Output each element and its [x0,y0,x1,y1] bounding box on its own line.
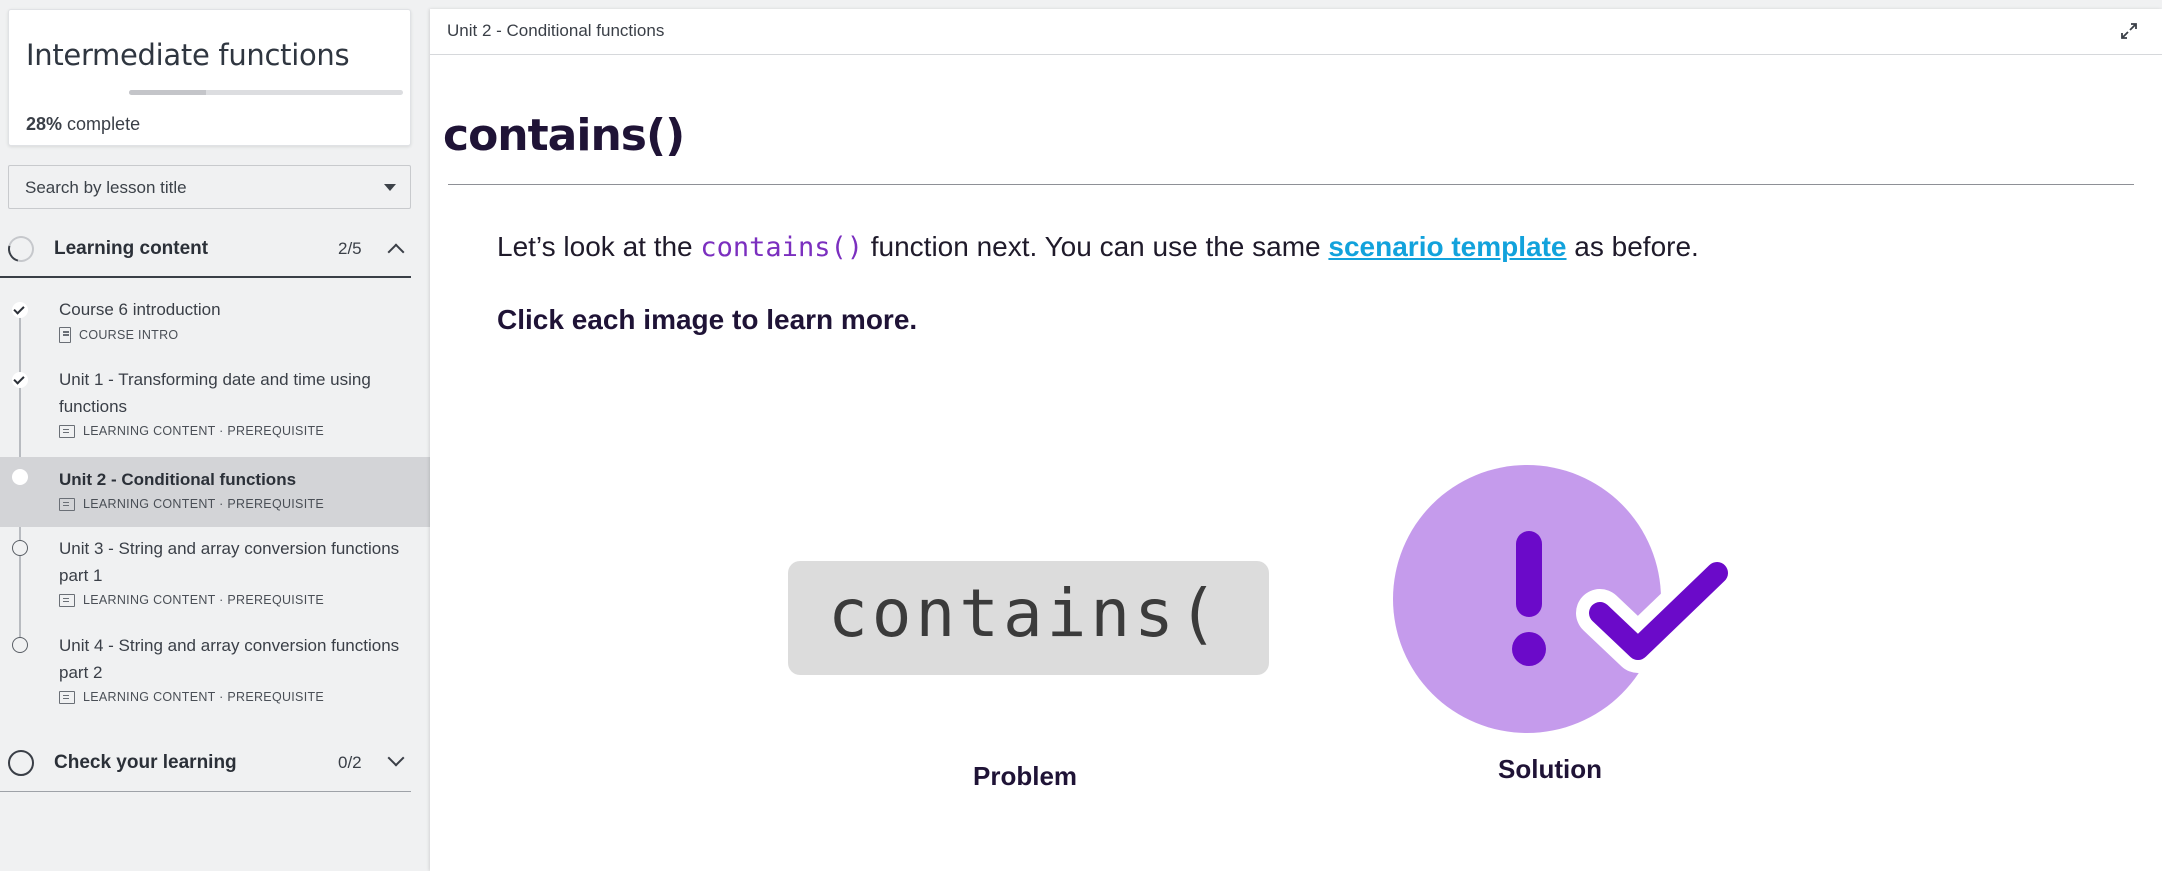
title-divider [448,184,2134,185]
section-count: 0/2 [338,753,362,772]
slides-icon [59,593,75,607]
incomplete-circle-icon [12,540,28,556]
section-progress-ring-icon [3,231,39,267]
lesson-meta-text: LEARNING CONTENT · PREREQUISITE [83,690,325,704]
section-learning-content[interactable]: Learning content 2/5 [0,218,411,278]
problem-image-text: contains( [828,575,1222,652]
progress-percent: 28% [26,114,63,134]
lesson-meta: COURSE INTRO [59,327,178,343]
lesson-title: Unit 2 - Conditional functions [59,470,297,489]
lesson-meta-text: LEARNING CONTENT · PREREQUISITE [83,424,325,438]
section-title: Learning content [54,238,209,259]
inline-code: contains() [700,232,863,263]
document-icon [59,327,71,343]
scenario-template-link[interactable]: scenario template [1328,231,1566,262]
chevron-up-icon [387,243,405,261]
check-icon [12,372,28,388]
lesson-content-panel: Unit 2 - Conditional functions contains(… [430,9,2162,871]
lesson-meta-text: LEARNING CONTENT · PREREQUISITE [83,593,325,607]
slides-icon [59,497,75,511]
course-progress-card: Intermediate functions 28% complete [8,9,411,146]
lesson-title: Unit 3 - String and array conversion fun… [59,539,400,585]
lesson-search-placeholder: Search by lesson title [25,178,187,197]
course-sidebar: Intermediate functions 28% complete Sear… [0,0,430,871]
lesson-meta: LEARNING CONTENT · PREREQUISITE [59,593,324,607]
lesson-meta-text: COURSE INTRO [79,328,179,342]
check-icon [12,302,28,318]
lesson-title: Unit 4 - String and array conversion fun… [59,636,400,682]
lesson-meta: LEARNING CONTENT · PREREQUISITE [59,424,324,438]
lesson-meta-text: LEARNING CONTENT · PREREQUISITE [83,497,325,511]
lesson-item-unit-3[interactable]: Unit 3 - String and array conversion fun… [0,530,430,616]
lesson-meta: LEARNING CONTENT · PREREQUISITE [59,690,324,704]
problem-label: Problem [973,761,1078,791]
intro-text-start: Let’s look at the [497,231,701,262]
slides-icon [59,690,75,704]
section-check-your-learning[interactable]: Check your learning 0/2 [0,732,411,792]
slides-icon [59,424,75,438]
caret-down-icon [384,184,396,191]
section-progress-ring-icon [8,750,34,776]
lesson-item-unit-1[interactable]: Unit 1 - Transforming date and time usin… [0,360,430,446]
topbar-title: Unit 2 - Conditional functions [447,21,665,40]
incomplete-circle-icon [12,637,28,653]
lesson-meta: LEARNING CONTENT · PREREQUISITE [59,497,324,511]
progress-suffix: complete [67,114,141,134]
lesson-item-unit-4[interactable]: Unit 4 - String and array conversion fun… [0,627,430,713]
intro-text-end: as before. [1566,231,1699,262]
intro-text-middle: function next. You can use the same [862,231,1329,262]
expand-icon[interactable] [2120,22,2138,40]
course-title: Intermediate functions [26,38,350,72]
lesson-title: Unit 1 - Transforming date and time usin… [59,370,371,416]
current-lesson-dot-icon [12,469,28,485]
progress-bar [129,90,403,95]
lesson-title: Course 6 introduction [59,300,221,319]
section-count: 2/5 [338,239,362,258]
lesson-item-course-intro[interactable]: Course 6 introduction COURSE INTRO [0,290,430,352]
progress-bar-fill [129,90,206,95]
solution-image-card[interactable] [1392,463,1737,743]
section-title: Check your learning [54,752,237,773]
intro-text: Let’s look at the contains() function ne… [497,231,1699,263]
page-title: contains() [443,110,685,161]
exclamation-icon [1516,531,1542,617]
chevron-down-icon [387,749,405,767]
lesson-search-select[interactable]: Search by lesson title [8,165,411,209]
lesson-item-unit-2[interactable]: Unit 2 - Conditional functions LEARNING … [0,457,430,527]
progress-label: 28% complete [26,114,140,135]
exclamation-dot [1512,632,1546,666]
content-topbar: Unit 2 - Conditional functions [430,9,2162,55]
instruction-text: Click each image to learn more. [497,304,918,335]
solution-label: Solution [1498,754,1602,784]
problem-image-card[interactable]: contains( [788,561,1269,675]
